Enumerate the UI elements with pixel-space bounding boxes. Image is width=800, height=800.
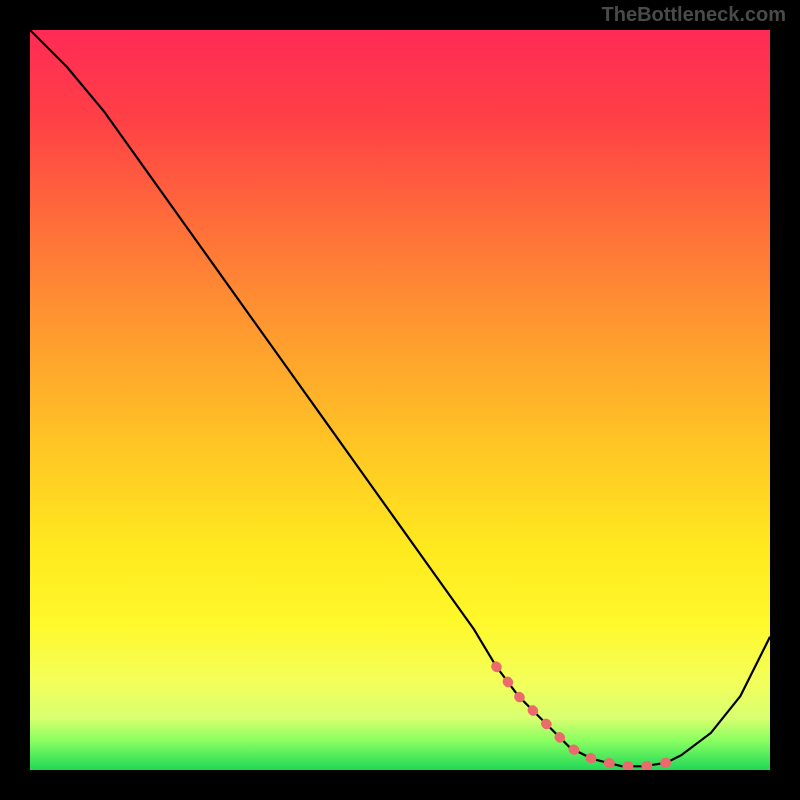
chart-container: TheBottleneck.com <box>0 0 800 800</box>
bottleneck-curve <box>30 30 770 766</box>
curve-layer <box>30 30 770 770</box>
watermark-text: TheBottleneck.com <box>602 4 786 27</box>
bottleneck-highlight <box>496 666 681 766</box>
plot-area <box>30 30 770 770</box>
